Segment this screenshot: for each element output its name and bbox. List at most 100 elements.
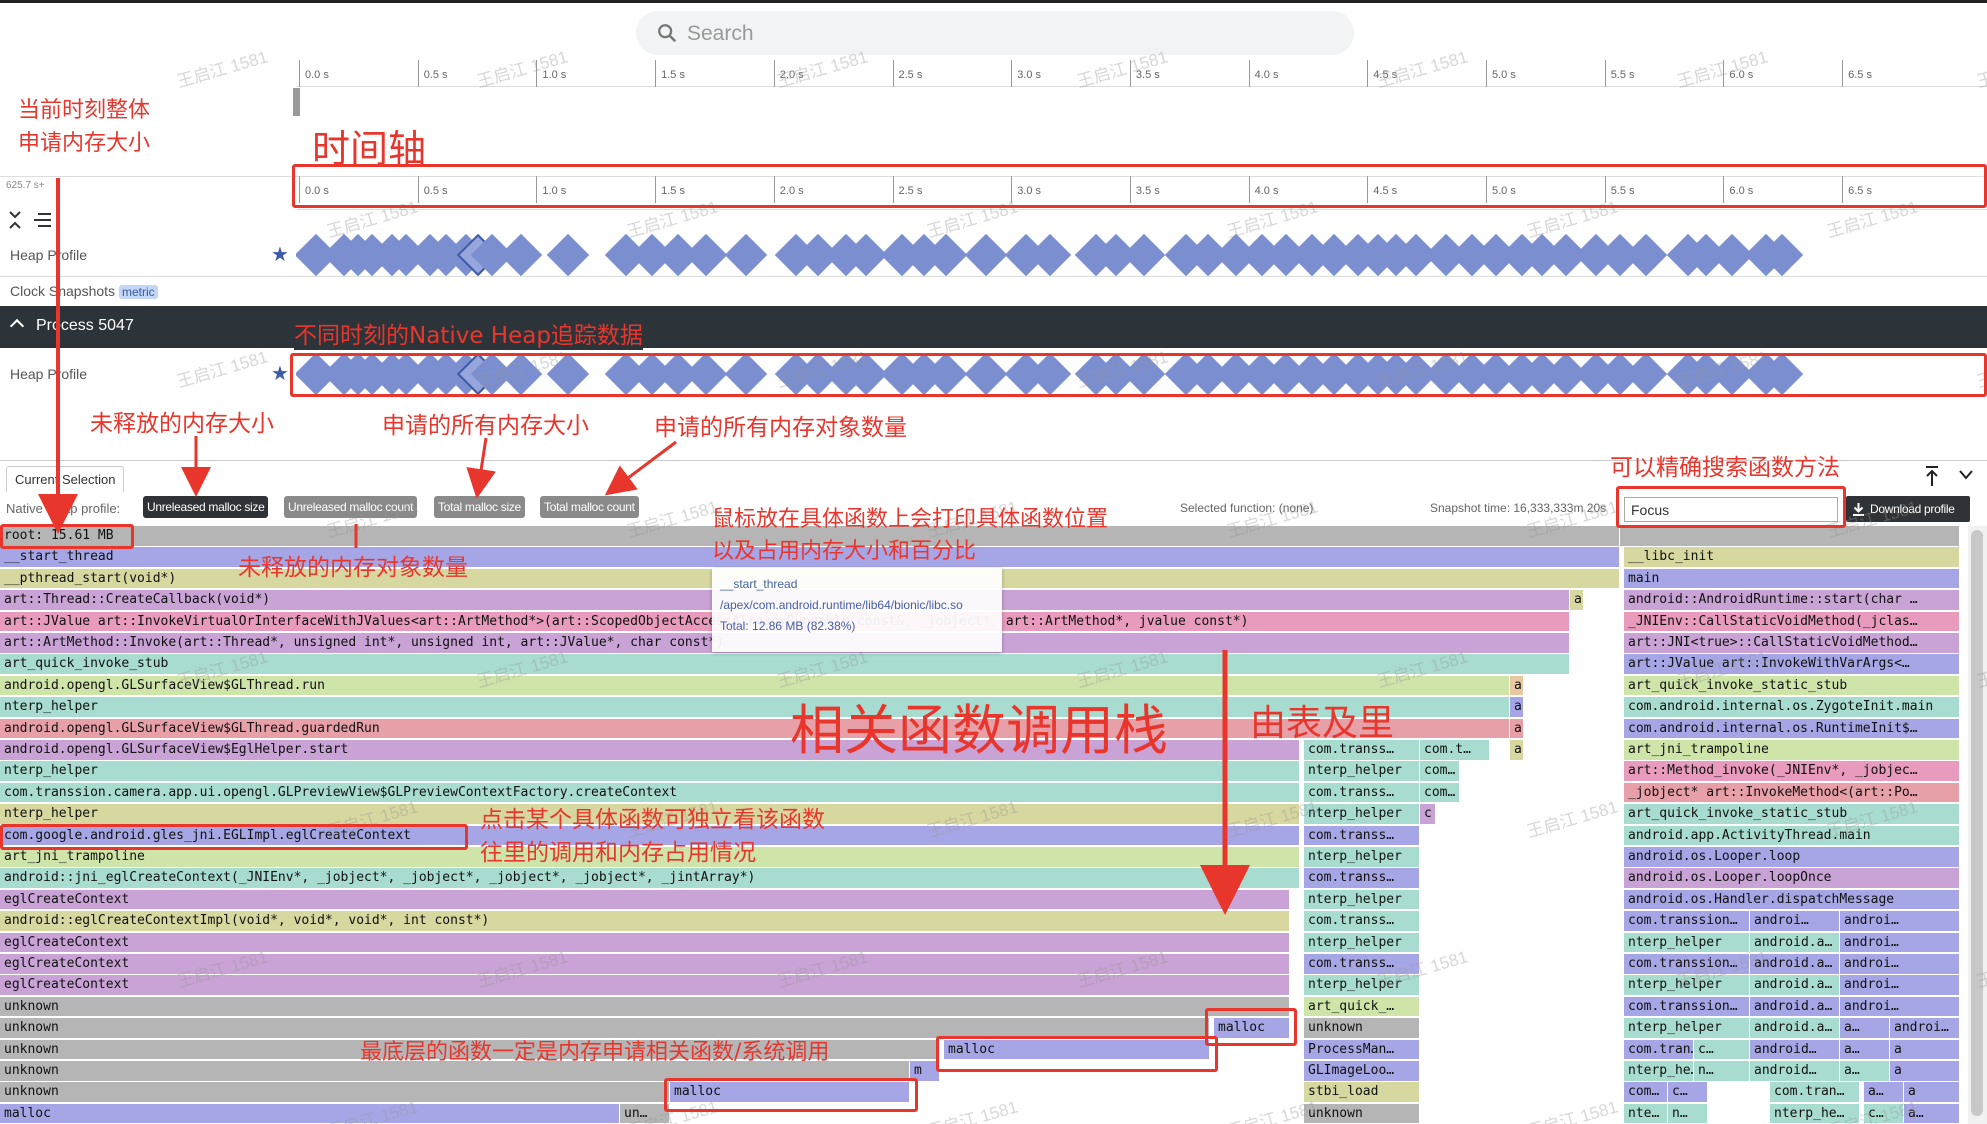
- flame-frame[interactable]: ProcessMan…: [1304, 1039, 1420, 1061]
- flame-frame[interactable]: androi…: [1750, 911, 1840, 932]
- flame-frame[interactable]: nterp_helper: [1304, 847, 1420, 868]
- star-icon[interactable]: ★: [271, 361, 289, 386]
- heap-dump-marker[interactable]: [546, 234, 590, 277]
- flame-frame[interactable]: a…: [1904, 1103, 1960, 1124]
- flame-frame[interactable]: nterp_he…: [1624, 1061, 1694, 1082]
- heap-profile-markers[interactable]: [296, 234, 1967, 278]
- flame-frame[interactable]: com…: [1420, 761, 1460, 782]
- flame-frame[interactable]: unknown: [1304, 1103, 1420, 1124]
- collapse-all-icon[interactable]: [7, 210, 23, 230]
- flame-frame[interactable]: a…: [1864, 1082, 1904, 1103]
- heap-dump-marker[interactable]: [1624, 234, 1668, 277]
- flame-frame[interactable]: unknown: [1304, 1018, 1420, 1039]
- scrollbar-thumb[interactable]: [1971, 530, 1983, 1116]
- flame-frame[interactable]: a…: [1840, 1018, 1890, 1039]
- flame-frame[interactable]: a: [1904, 1082, 1960, 1103]
- flame-frame[interactable]: android.os.Looper.loop: [1624, 847, 1960, 868]
- flame-frame[interactable]: com.transs…: [1304, 825, 1420, 847]
- flame-frame[interactable]: a: [1510, 697, 1524, 718]
- flame-frame[interactable]: androi…: [1840, 932, 1960, 954]
- flame-frame[interactable]: a: [1890, 1061, 1960, 1082]
- flame-frame[interactable]: a: [1570, 590, 1584, 611]
- flame-frame[interactable]: n…: [1668, 1103, 1708, 1124]
- flame-frame[interactable]: androi…: [1840, 911, 1960, 932]
- heap-dump-marker[interactable]: [499, 234, 543, 277]
- flame-frame[interactable]: eglCreateContext: [0, 932, 1290, 954]
- flame-frame[interactable]: android::AndroidRuntime::start(char …: [1624, 590, 1960, 611]
- flame-frame[interactable]: com.transsion…: [1624, 996, 1750, 1018]
- flame-frame[interactable]: stbi_load: [1304, 1082, 1420, 1103]
- flame-frame[interactable]: android::jni_eglCreateContext(_JNIEnv*, …: [0, 868, 1300, 889]
- flame-frame[interactable]: n…: [1694, 1061, 1750, 1082]
- flame-frame[interactable]: eglCreateContext: [0, 889, 1290, 911]
- flame-frame[interactable]: art_quick_invoke_static_stub: [1624, 675, 1960, 697]
- chevron-down-icon[interactable]: [1958, 469, 1974, 481]
- flame-frame[interactable]: nterp_helper: [1624, 975, 1750, 996]
- flame-frame[interactable]: art_quick_invoke_static_stub: [1624, 804, 1960, 825]
- flame-frame[interactable]: android…: [1750, 1039, 1840, 1061]
- heap-dump-marker[interactable]: [1028, 234, 1072, 277]
- flame-frame[interactable]: c…: [1668, 1082, 1708, 1103]
- flame-frame[interactable]: com.transs…: [1304, 954, 1420, 975]
- flame-frame[interactable]: android.a…: [1750, 1018, 1840, 1039]
- flame-frame[interactable]: art_quick_…: [1304, 996, 1420, 1018]
- flame-frame[interactable]: android::eglCreateContextImpl(void*, voi…: [0, 911, 1290, 932]
- flame-frame[interactable]: malloc: [0, 1103, 620, 1124]
- flame-frame[interactable]: android.os.Handler.dispatchMessage: [1624, 889, 1960, 911]
- flame-frame[interactable]: a…: [1840, 1061, 1890, 1082]
- tab-current-selection[interactable]: Current Selection: [6, 466, 125, 492]
- flame-frame[interactable]: com.android.internal.os.RuntimeInit$…: [1624, 718, 1960, 740]
- search-box[interactable]: Search: [636, 11, 1354, 55]
- heap-dump-marker[interactable]: [724, 234, 768, 277]
- total-malloc-size-button[interactable]: Total malloc size: [434, 496, 525, 518]
- flame-frame[interactable]: android…: [1750, 1061, 1840, 1082]
- maximize-panel-icon[interactable]: [1924, 465, 1940, 487]
- flame-frame[interactable]: com.transs…: [1304, 911, 1420, 932]
- flame-frame[interactable]: com…: [1420, 782, 1460, 804]
- flame-frame[interactable]: a: [1510, 675, 1524, 697]
- flame-frame[interactable]: _jobject* art::InvokeMethod<(art::Po…: [1624, 782, 1960, 804]
- flame-frame[interactable]: art::JNI<true>::CallStaticVoidMethod…: [1624, 633, 1960, 654]
- flame-frame[interactable]: com.t…: [1420, 740, 1490, 761]
- flame-frame[interactable]: art::JValue art::InvokeWithVarArgs<…: [1624, 654, 1960, 675]
- flame-frame[interactable]: com.transs…: [1304, 868, 1420, 889]
- flame-frame[interactable]: android.os.Looper.loopOnce: [1624, 868, 1960, 889]
- flame-frame[interactable]: eglCreateContext: [0, 975, 1290, 996]
- flame-frame[interactable]: GLImageLoo…: [1304, 1061, 1420, 1082]
- flame-frame[interactable]: android.a…: [1750, 975, 1840, 996]
- flame-frame[interactable]: androi…: [1840, 975, 1960, 996]
- flame-frame[interactable]: art::Method_invoke(_JNIEnv*, _jobjec…: [1624, 761, 1960, 782]
- star-icon[interactable]: ★: [271, 242, 289, 267]
- flame-scrollbar[interactable]: [1968, 526, 1987, 1124]
- flame-frame[interactable]: com.tran…: [1624, 1039, 1694, 1061]
- unreleased-malloc-size-button[interactable]: Unreleased malloc size: [143, 496, 269, 518]
- flame-frame[interactable]: com…: [1624, 1082, 1668, 1103]
- download-profile-button[interactable]: Download profile: [1846, 496, 1970, 522]
- flame-frame[interactable]: c…: [1864, 1103, 1904, 1124]
- flame-frame[interactable]: android.a…: [1750, 996, 1840, 1018]
- flame-frame[interactable]: unknown: [0, 996, 1290, 1018]
- flame-frame[interactable]: nterp_he…: [1770, 1103, 1860, 1124]
- flame-frame[interactable]: nterp_helper: [1624, 932, 1750, 954]
- flame-frame[interactable]: art_quick_invoke_stub: [0, 654, 1570, 675]
- flame-frame[interactable]: un…: [620, 1103, 670, 1124]
- flame-frame[interactable]: [1620, 526, 1960, 547]
- flame-frame[interactable]: nterp_helper: [1304, 975, 1420, 996]
- flame-frame[interactable]: art_jni_trampoline: [1624, 740, 1960, 761]
- flame-frame[interactable]: _JNIEnv::CallStaticVoidMethod(_jclas…: [1624, 611, 1960, 633]
- flame-frame[interactable]: androi…: [1840, 954, 1960, 975]
- flame-frame[interactable]: com.transs…: [1304, 782, 1420, 804]
- flame-frame[interactable]: nterp_helper: [1624, 1018, 1750, 1039]
- flame-frame[interactable]: a: [1890, 1039, 1960, 1061]
- heap-dump-marker[interactable]: [1122, 234, 1166, 277]
- flame-frame[interactable]: c…: [1694, 1039, 1750, 1061]
- flame-frame[interactable]: nterp_helper: [1304, 889, 1420, 911]
- flame-frame[interactable]: android.app.ActivityThread.main: [1624, 825, 1960, 847]
- flame-frame[interactable]: main: [1624, 568, 1960, 590]
- list-icon[interactable]: [32, 212, 52, 228]
- overview-time-ruler[interactable]: 0.0 s 0.5 s 1.0 s 1.5 s 2.0 s 2.5 s 3.0 s 3.5 s…: [297, 60, 1987, 87]
- overview-window-handle[interactable]: [293, 88, 300, 116]
- flame-frame[interactable]: com.transsion…: [1624, 954, 1750, 975]
- flame-frame[interactable]: __libc_init: [1624, 547, 1960, 568]
- heap-dump-marker[interactable]: [684, 234, 728, 277]
